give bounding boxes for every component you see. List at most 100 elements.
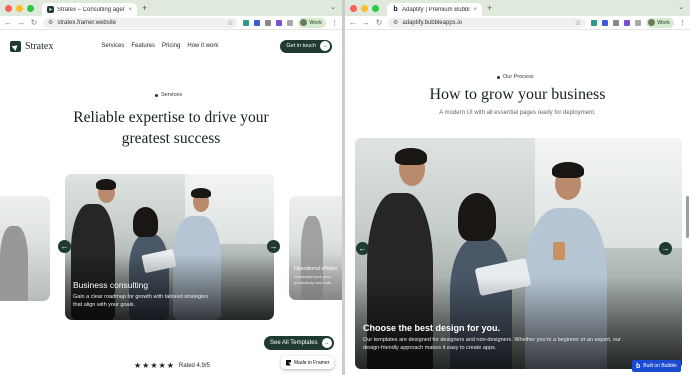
bubble-favicon-icon: b — [392, 6, 399, 13]
maximize-window-button[interactable] — [372, 4, 379, 12]
close-window-button[interactable] — [5, 4, 12, 12]
card-description-line: Our templates are designed for designers… — [363, 337, 621, 343]
new-tab-button[interactable]: + — [487, 3, 492, 13]
arrow-right-icon: → — [321, 338, 332, 348]
built-on-bubble-badge[interactable]: b Built on Bubble — [632, 360, 681, 372]
nav-link-pricing[interactable]: Pricing — [162, 43, 180, 49]
card-photo — [0, 226, 28, 301]
window-controls — [5, 4, 34, 12]
next-service-card[interactable]: Operational efficien Streamline your pro… — [289, 196, 342, 300]
card-photo — [552, 162, 584, 178]
bubble-logo-icon: b — [636, 362, 641, 370]
browser-menu-icon[interactable]: ⋮ — [679, 19, 686, 27]
bookmark-star-icon[interactable]: ☆ — [575, 19, 581, 27]
back-button[interactable]: ← — [4, 18, 12, 27]
extension-icon[interactable] — [276, 19, 283, 26]
framer-logo-icon — [286, 359, 291, 366]
tab-search-chevron-icon[interactable]: ⌄ — [330, 3, 336, 11]
page-viewport: Stratex Services Features Pricing How it… — [0, 31, 342, 375]
get-in-touch-button[interactable]: Get in touch → — [280, 39, 332, 53]
close-tab-icon[interactable]: × — [128, 7, 132, 13]
section-eyebrow: Our Process — [497, 74, 534, 80]
made-in-framer-badge[interactable]: Made in Framer — [281, 356, 335, 369]
section-subtitle: A modern UI with all essential pages rea… — [439, 110, 596, 116]
tab-bar: b Adaptify | Premium Bubble T × + ⌄ — [345, 0, 690, 16]
browser-tab[interactable]: ➤ Stratex – Consulting agency × — [42, 3, 137, 16]
address-bar[interactable]: ⚙ adaptify.bubbleapps.io ☆ — [388, 17, 587, 28]
get-in-touch-label: Get in touch — [286, 43, 316, 49]
framer-badge-label: Made in Framer — [294, 359, 330, 366]
browser-menu-icon[interactable]: ⋮ — [331, 19, 338, 27]
arrow-right-icon: → — [269, 242, 278, 251]
forward-button[interactable]: → — [362, 18, 370, 27]
arrow-left-icon: ← — [358, 244, 367, 253]
arrow-right-icon: → — [320, 41, 330, 51]
nav-link-how-it-work[interactable]: How it work — [187, 43, 218, 49]
extension-icon[interactable] — [243, 19, 250, 26]
card-photo — [458, 193, 496, 241]
close-window-button[interactable] — [350, 4, 357, 12]
nav-links: Services Features Pricing How it work — [101, 43, 218, 49]
site-logo[interactable]: Stratex — [10, 40, 53, 52]
extensions-puzzle-icon[interactable] — [635, 19, 642, 26]
arrow-left-icon: ← — [60, 242, 69, 251]
profile-label: Work — [309, 19, 322, 26]
extension-icon[interactable] — [265, 19, 272, 26]
extension-icon[interactable] — [624, 19, 631, 26]
tab-title: Stratex – Consulting agency — [57, 6, 126, 13]
site-info-icon[interactable]: ⚙ — [48, 19, 53, 26]
maximize-window-button[interactable] — [27, 4, 34, 12]
profile-button[interactable]: Work — [298, 17, 326, 28]
close-tab-icon[interactable]: × — [473, 7, 477, 13]
url-text[interactable]: stratex.framer.website — [57, 20, 116, 26]
rating: ★★★★★ Rated 4.9/5 — [134, 361, 210, 370]
profile-label: Work — [657, 19, 670, 26]
previous-service-card[interactable] — [0, 196, 50, 301]
carousel-next-button[interactable]: → — [659, 242, 672, 255]
extension-icon[interactable] — [591, 19, 598, 26]
rating-text: Rated 4.9/5 — [178, 362, 210, 369]
tab-search-chevron-icon[interactable]: ⌄ — [678, 3, 684, 11]
url-text[interactable]: adaptify.bubbleapps.io — [402, 20, 462, 26]
reload-button[interactable]: ↻ — [30, 18, 38, 27]
page-viewport: Our Process How to grow your business A … — [345, 31, 690, 375]
nav-link-features[interactable]: Features — [131, 43, 155, 49]
card-description-line: Gain a clear roadmap for growth with tai… — [73, 294, 209, 300]
profile-button[interactable]: Work — [646, 17, 674, 28]
minimize-window-button[interactable] — [361, 4, 368, 12]
card-description: Gain a clear roadmap for growth with tai… — [73, 293, 208, 309]
extension-icon[interactable] — [254, 19, 261, 26]
carousel-prev-button[interactable]: ← — [356, 242, 369, 255]
bookmark-star-icon[interactable]: ☆ — [227, 19, 233, 27]
left-browser-window: ➤ Stratex – Consulting agency × + ⌄ ← → … — [0, 0, 342, 375]
card-title: Choose the best design for you. — [363, 323, 501, 333]
nav-link-services[interactable]: Services — [101, 43, 124, 49]
reload-button[interactable]: ↻ — [375, 18, 383, 27]
address-toolbar: ← → ↻ ⚙ adaptify.bubbleapps.io ☆ Work ⋮ — [345, 16, 690, 30]
hero-line-1: Reliable expertise to drive your — [73, 109, 269, 126]
see-all-templates-button[interactable]: See All Templates → — [264, 336, 334, 350]
eyebrow-label: Services — [161, 92, 183, 98]
site-info-icon[interactable]: ⚙ — [393, 19, 398, 26]
card-photo — [395, 148, 427, 165]
extension-icon[interactable] — [613, 19, 620, 26]
extension-icon[interactable] — [602, 19, 609, 26]
minimize-window-button[interactable] — [16, 4, 23, 12]
avatar — [648, 19, 656, 26]
forward-button[interactable]: → — [17, 18, 25, 27]
stratex-logo-icon — [10, 40, 21, 52]
eyebrow-label: Our Process — [503, 74, 534, 80]
card-description-line: that align with your goals. — [73, 302, 136, 308]
card-description: Streamline your proc productivity and re… — [294, 274, 331, 286]
browser-tab[interactable]: b Adaptify | Premium Bubble T × — [387, 3, 482, 16]
page-scrollbar[interactable] — [686, 196, 689, 238]
extensions-puzzle-icon[interactable] — [287, 19, 294, 26]
carousel-prev-button[interactable]: ← — [58, 240, 71, 253]
rating-stars-icon: ★★★★★ — [134, 361, 175, 370]
carousel-next-button[interactable]: → — [267, 240, 280, 253]
address-bar[interactable]: ⚙ stratex.framer.website ☆ — [43, 17, 239, 28]
service-card-active[interactable]: Business consulting Gain a clear roadmap… — [65, 174, 274, 320]
new-tab-button[interactable]: + — [142, 3, 147, 13]
back-button[interactable]: ← — [349, 18, 357, 27]
hero-line-2: greatest success — [121, 130, 221, 147]
